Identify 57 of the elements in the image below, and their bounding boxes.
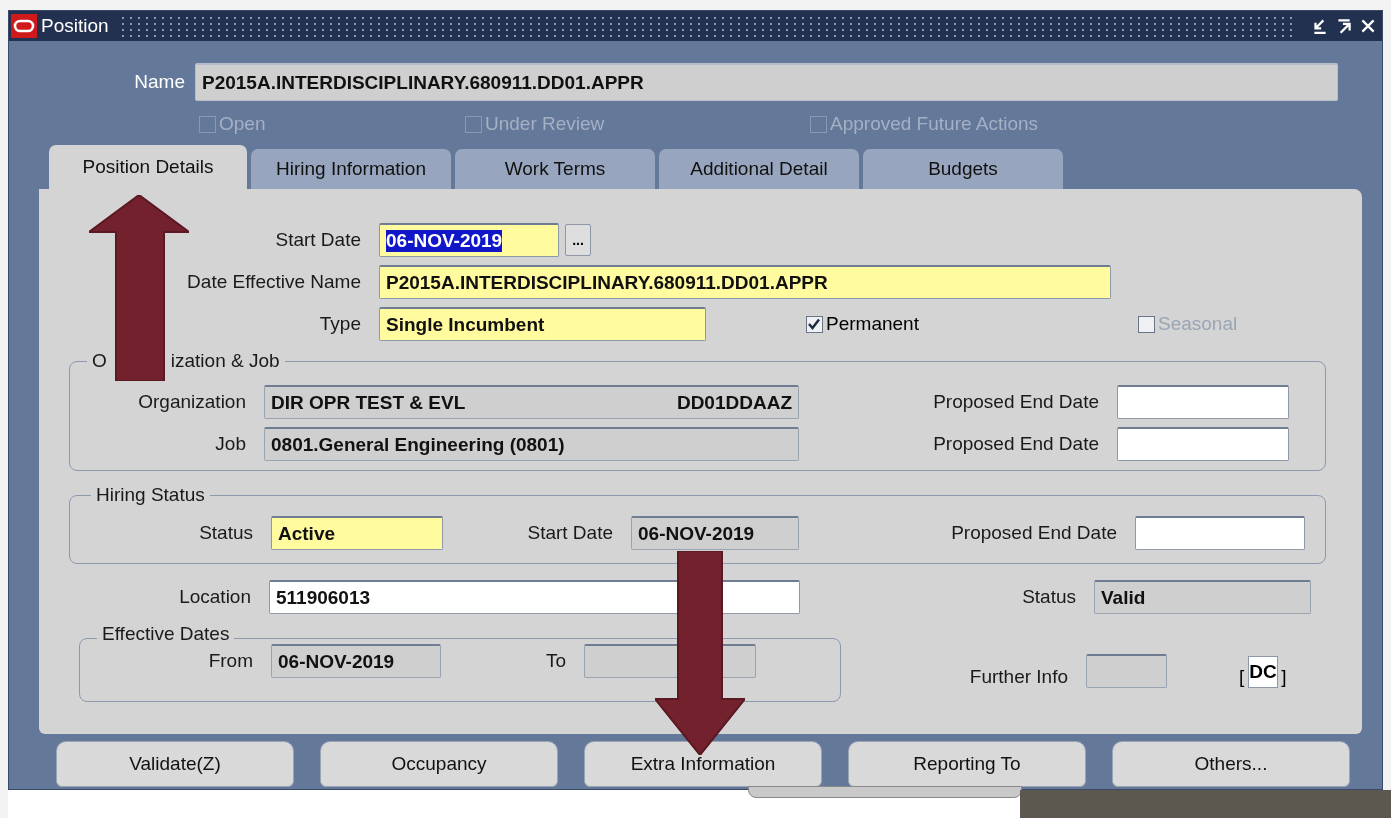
bracket: [ [1239, 666, 1245, 688]
input-field[interactable]: P2015A.INTERDISCIPLINARY.680911.DD01.APPR [379, 265, 1111, 299]
tab[interactable]: Budgets [863, 149, 1063, 189]
checkbox-label: Seasonal [1158, 313, 1238, 335]
field-label: Status [198, 522, 253, 544]
input-field[interactable]: Active [271, 516, 443, 550]
field-label: Type [318, 313, 361, 335]
context-field[interactable]: DC [1248, 656, 1279, 688]
app-icon [11, 14, 37, 38]
input-field[interactable] [1117, 385, 1289, 419]
field-label: Proposed End Date [950, 522, 1117, 544]
field-label: Job [214, 433, 246, 455]
field-label: From [207, 650, 253, 672]
checkbox-label: Approved Future Actions [830, 113, 1039, 135]
field-label: Date Effective Name [186, 271, 361, 293]
tab[interactable]: Additional Detail [659, 149, 859, 189]
window-title: Position [41, 15, 109, 37]
field-label: Location [178, 586, 251, 608]
input-field[interactable]: 06-NOV-2019 [379, 223, 559, 257]
action-button[interactable]: Reporting To [848, 741, 1086, 787]
action-button[interactable]: Others... [1112, 741, 1350, 787]
field-label: To [544, 650, 566, 672]
input-field[interactable]: P2015A.INTERDISCIPLINARY.680911.DD01.APPR [195, 63, 1338, 101]
field-label: Start Date [526, 522, 613, 544]
action-button[interactable]: Occupancy [320, 741, 558, 787]
bracket: ] [1281, 666, 1287, 688]
checkbox-label: Under Review [485, 113, 605, 135]
tab[interactable]: Position Details [49, 145, 247, 189]
field-label: Proposed End Date [932, 391, 1099, 413]
input-field[interactable]: 06-NOV-2019 [271, 644, 441, 678]
field-label: Name [133, 71, 185, 93]
group-title: Effective Dates [97, 624, 235, 643]
input-field[interactable]: 511906013 [269, 580, 800, 614]
checkbox-label: Permanent [826, 313, 919, 335]
field-label: Start Date [274, 229, 361, 251]
input-field[interactable]: DIR OPR TEST & EVL DD01DDAAZ [264, 385, 799, 419]
lov-button[interactable]: ... [565, 224, 591, 256]
checkbox-label: Open [219, 113, 266, 135]
action-button[interactable]: Validate(Z) [56, 741, 294, 787]
input-field[interactable] [1135, 516, 1305, 550]
tab[interactable]: Hiring Information [251, 149, 451, 189]
input-field[interactable] [1117, 427, 1289, 461]
field-label: Proposed End Date [932, 433, 1099, 455]
group-title: ization & Job [170, 350, 280, 372]
action-button[interactable]: Extra Information [584, 741, 822, 787]
arrow-icon [655, 551, 745, 755]
group-title: O [92, 350, 107, 372]
field-label: Status [1021, 586, 1076, 608]
input-field[interactable]: Single Incumbent [379, 307, 706, 341]
input-field[interactable]: 0801.General Engineering (0801) [264, 427, 799, 461]
input-field[interactable]: 06-NOV-2019 [631, 516, 799, 550]
field-label: Further Info [968, 666, 1068, 688]
checkbox[interactable] [806, 315, 823, 333]
input-field[interactable] [1086, 654, 1167, 688]
input-field[interactable]: Valid [1094, 580, 1311, 614]
tab[interactable]: Work Terms [455, 149, 655, 189]
field-label: Organization [137, 391, 246, 413]
